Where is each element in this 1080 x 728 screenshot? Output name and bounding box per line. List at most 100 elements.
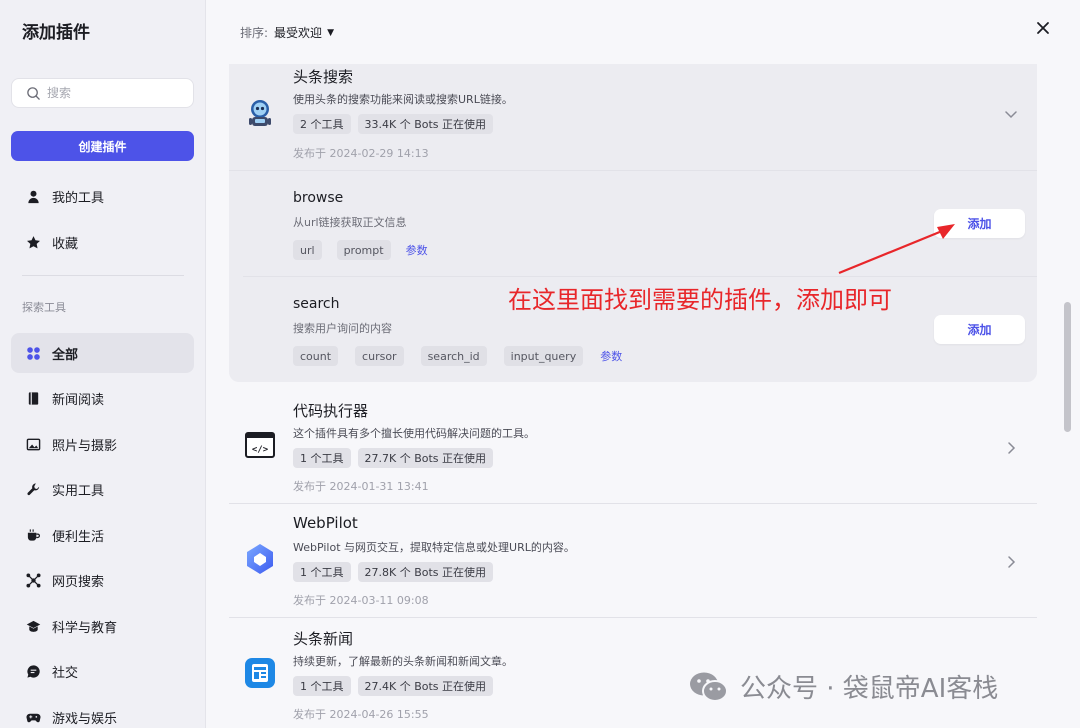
search-icon [27, 86, 40, 100]
plugin-list: 头条搜索 使用头条的搜索功能来阅读或搜索URL链接。 2 个工具 33.4K 个… [229, 64, 1037, 728]
search-box[interactable] [11, 78, 194, 108]
param-tag: prompt [336, 240, 391, 260]
wechat-icon [690, 672, 728, 702]
plugin-description: 使用头条的搜索功能来阅读或搜索URL链接。 [293, 93, 513, 106]
network-icon [25, 572, 41, 588]
add-tool-button-search[interactable]: 添加 [934, 315, 1025, 344]
caret-down-icon[interactable]: ▼ [327, 28, 334, 38]
dialog-title: 添加插件 [22, 23, 90, 43]
grid-icon [25, 345, 41, 361]
annotation-arrow-icon [838, 224, 955, 275]
category-photo[interactable]: 照片与摄影 [11, 424, 194, 464]
main-panel: 排序: 最受欢迎 ▼ 头条搜索 使用头条的搜索功能来阅读或搜索URL链接。 2 … [206, 0, 1080, 728]
plugin-tags: 2 个工具 33.4K 个 Bots 正在使用 [293, 114, 494, 134]
sort-dropdown[interactable]: 最受欢迎 [274, 24, 322, 41]
plugin-tags: 1 个工具 27.7K 个 Bots 正在使用 [293, 448, 494, 468]
tool-description: 搜索用户询问的内容 [293, 322, 392, 335]
nav-label: 照片与摄影 [52, 438, 118, 454]
plugin-publish-date: 发布于 2024-02-29 14:13 [293, 147, 429, 160]
nav-label: 收藏 [52, 236, 79, 252]
nav-label: 科学与教育 [52, 620, 118, 636]
category-education[interactable]: 科学与教育 [11, 606, 194, 646]
category-utility[interactable]: 实用工具 [11, 469, 194, 509]
watermark-text: 公众号 · 袋鼠帝AI客栈 [740, 674, 999, 704]
category-games[interactable]: 游戏与娱乐 [11, 697, 194, 728]
sort-label: 排序: [240, 26, 269, 40]
watermark: 公众号 · 袋鼠帝AI客栈 [688, 668, 998, 705]
webpilot-logo-icon [243, 542, 277, 576]
plugin-card-webpilot[interactable]: WebPilot WebPilot 与网页交互，提取特定信息或处理URL的内容。… [229, 504, 1037, 618]
param-tag: search_id [420, 346, 487, 366]
tool-count-badge: 1 个工具 [293, 448, 351, 468]
sort-bar: 排序: 最受欢迎 ▼ [240, 24, 334, 41]
search-input[interactable] [47, 86, 187, 100]
tool-params: count cursor search_id input_query 参数 [293, 346, 622, 366]
chevron-down-icon[interactable] [1004, 106, 1018, 120]
chevron-right-icon[interactable] [1004, 554, 1018, 568]
nav-my-tools[interactable]: 我的工具 [11, 176, 194, 216]
category-social[interactable]: 社交 [11, 651, 194, 691]
nav-label: 便利生活 [52, 529, 105, 545]
user-icon [25, 188, 41, 204]
close-button[interactable] [1032, 17, 1054, 39]
star-icon [25, 234, 41, 250]
param-tag: input_query [503, 346, 584, 366]
plugin-card-code-executor[interactable]: </> 代码执行器 这个插件具有多个擅长使用代码解决问题的工具。 1 个工具 2… [229, 390, 1037, 504]
chevron-right-icon[interactable] [1004, 440, 1018, 454]
plugin-description: WebPilot 与网页交互，提取特定信息或处理URL的内容。 [293, 541, 575, 554]
tool-count-badge: 1 个工具 [293, 562, 351, 582]
plugin-description: 这个插件具有多个擅长使用代码解决问题的工具。 [293, 427, 535, 440]
tool-count-badge: 1 个工具 [293, 676, 351, 696]
chat-icon [25, 663, 41, 679]
plugin-name: 头条新闻 [293, 630, 354, 648]
nav-label: 我的工具 [52, 190, 105, 206]
nav-label: 网页搜索 [52, 574, 105, 590]
category-all[interactable]: 全部 [11, 333, 194, 373]
params-link[interactable]: 参数 [600, 348, 622, 364]
usage-count-badge: 33.4K 个 Bots 正在使用 [357, 114, 494, 134]
plugin-publish-date: 发布于 2024-03-11 09:08 [293, 594, 429, 607]
graduation-icon [25, 618, 41, 634]
plugin-name: 头条搜索 [293, 68, 354, 86]
tool-name: browse [293, 190, 344, 206]
usage-count-badge: 27.7K 个 Bots 正在使用 [357, 448, 494, 468]
param-tag: url [293, 240, 322, 260]
robot-icon [243, 96, 277, 130]
plugin-name: 代码执行器 [293, 402, 369, 420]
close-icon [1037, 22, 1049, 34]
category-web-search[interactable]: 网页搜索 [11, 560, 194, 600]
category-news[interactable]: 新闻阅读 [11, 378, 194, 418]
tool-name: search [293, 296, 340, 312]
nav-label: 新闻阅读 [52, 392, 105, 408]
cup-icon [25, 527, 41, 543]
plugin-tags: 1 个工具 27.8K 个 Bots 正在使用 [293, 562, 494, 582]
category-life[interactable]: 便利生活 [11, 515, 194, 555]
svg-text:</>: </> [252, 445, 269, 455]
plugin-description: 持续更新，了解最新的头条新闻和新闻文章。 [293, 655, 513, 668]
param-tag: count [293, 346, 339, 366]
news-app-icon [243, 656, 277, 690]
tool-count-badge: 2 个工具 [293, 114, 351, 134]
code-icon: </> [243, 428, 277, 462]
scrollbar[interactable] [1063, 64, 1072, 728]
plugin-publish-date: 发布于 2024-04-26 15:55 [293, 708, 429, 721]
plugin-publish-date: 发布于 2024-01-31 13:41 [293, 480, 429, 493]
usage-count-badge: 27.4K 个 Bots 正在使用 [357, 676, 494, 696]
plugin-name: WebPilot [293, 514, 358, 532]
param-tag: cursor [355, 346, 404, 366]
section-label: 探索工具 [22, 301, 66, 314]
sidebar-divider [22, 275, 184, 276]
params-link[interactable]: 参数 [406, 242, 428, 258]
image-icon [25, 436, 41, 452]
nav-favorites[interactable]: 收藏 [11, 222, 194, 262]
nav-label: 全部 [52, 347, 79, 363]
nav-label: 实用工具 [52, 483, 105, 499]
usage-count-badge: 27.8K 个 Bots 正在使用 [357, 562, 494, 582]
nav-label: 社交 [52, 665, 79, 681]
book-icon [25, 390, 41, 406]
tool-description: 从url链接获取正文信息 [293, 216, 407, 229]
create-plugin-button[interactable]: 创建插件 [11, 131, 194, 161]
nav-label: 游戏与娱乐 [52, 711, 118, 727]
wrench-icon [25, 481, 41, 497]
scrollbar-thumb[interactable] [1064, 302, 1071, 432]
